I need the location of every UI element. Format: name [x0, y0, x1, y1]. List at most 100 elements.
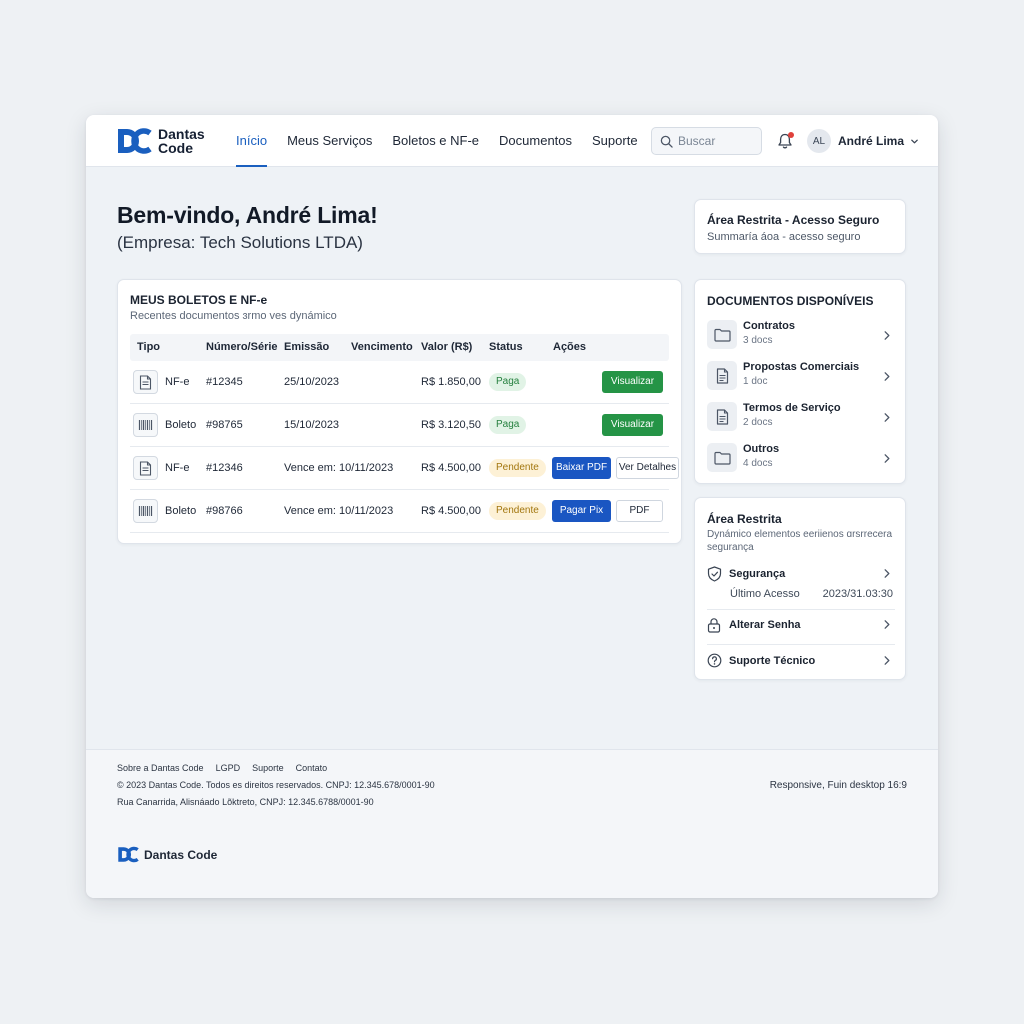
app-window: Dantas Code Início Meus Serviços Boletos… [86, 115, 938, 898]
page-footer: Sobre a Dantas Code LGPD Suporte Contato… [86, 749, 938, 898]
avatar: AL [807, 129, 831, 153]
row-tipo: NF-e [165, 376, 190, 388]
table-row: Boleto #98766 Vence em: 10/11/2023 R$ 4.… [130, 490, 669, 533]
seguranca-label: Segurança [729, 568, 786, 580]
col-emissao: Emissão [284, 341, 330, 353]
search-box [651, 127, 762, 155]
chevron-right-icon [884, 454, 890, 463]
top-header: Dantas Code Início Meus Serviços Boletos… [86, 115, 938, 167]
chevron-right-icon [884, 413, 890, 422]
folder-icon [707, 443, 737, 472]
document-icon [707, 402, 737, 431]
user-menu[interactable]: AL André Lima [807, 129, 919, 153]
nav-suporte[interactable]: Suporte [592, 115, 638, 167]
footer-copyright: © 2023 Dantas Code. Todos es direitos re… [117, 780, 435, 790]
suporte-tecnico-label: Suporte Técnico [729, 655, 816, 667]
lock-icon [707, 618, 721, 633]
invoice-icon [133, 456, 158, 480]
brand-name-line1: Dantas [158, 126, 205, 142]
dc-logo-icon [118, 846, 139, 863]
chevron-right-icon [884, 620, 890, 629]
status-badge: Paga [489, 416, 527, 434]
visualizar-button[interactable]: Visualizar [602, 414, 663, 436]
doc-item-propostas[interactable]: Propostas Comerciais 1 doc [707, 359, 895, 395]
barcode-icon [133, 413, 158, 437]
last-access-value: 2023/31.03:30 [822, 588, 893, 600]
col-acoes: Ações [553, 341, 587, 353]
restricted-area-card[interactable]: Área Restrita - Acesso Seguro Summaría á… [694, 199, 906, 254]
nav-meus-servicos[interactable]: Meus Serviços [287, 115, 372, 167]
row-numero: #98766 [206, 505, 243, 517]
boletos-title: MEUS BOLETOS E NF-e [130, 293, 268, 307]
col-tipo: Tipo [137, 341, 161, 353]
nav-documentos[interactable]: Documentos [499, 115, 572, 167]
alterar-senha-label: Alterar Senha [729, 619, 801, 631]
pdf-button[interactable]: PDF [616, 500, 663, 522]
chevron-right-icon [884, 569, 890, 578]
doc-item-count: 1 doc [743, 376, 768, 387]
last-access-label: Último Acesso [730, 588, 800, 600]
seguranca-item[interactable]: Segurança [707, 559, 895, 589]
col-valor: Valor (R$) [421, 341, 473, 353]
row-tipo: Boleto [165, 505, 197, 517]
doc-item-count: 2 docs [743, 417, 773, 428]
doc-item-count: 4 docs [743, 458, 773, 469]
footer-link-suporte[interactable]: Suporte [252, 763, 284, 773]
doc-item-outros[interactable]: Outros 4 docs [707, 441, 895, 477]
doc-item-name: Contratos [743, 320, 795, 332]
nav-inicio[interactable]: Início [236, 115, 268, 167]
invoice-icon [133, 370, 158, 394]
pagar-pix-button[interactable]: Pagar Pix [552, 500, 611, 522]
folder-icon [707, 320, 737, 349]
row-data: Vence em: 10/11/2023 [284, 505, 394, 517]
table-row: NF-e #12345 25/10/2023 R$ 1.850,00 Paga … [130, 361, 669, 404]
chevron-down-icon [911, 139, 918, 143]
brand-logo[interactable]: Dantas Code [116, 127, 205, 155]
main-nav: Início Meus Serviços Boletos e NF-e Docu… [236, 115, 658, 167]
chevron-right-icon [884, 331, 890, 340]
nav-boletos-nfe[interactable]: Boletos e NF-e [392, 115, 479, 167]
table-row: Boleto #98765 15/10/2023 R$ 3.120,50 Pag… [130, 404, 669, 447]
doc-item-contratos[interactable]: Contratos 3 docs [707, 318, 895, 354]
row-tipo: NF-e [165, 462, 190, 474]
footer-note: Responsive, Fuin desktop 16:9 [769, 780, 907, 791]
notifications-button[interactable] [776, 132, 794, 150]
row-numero: #12345 [206, 376, 243, 388]
table-header: Tipo Número/Série Emissão Vencimento Val… [130, 334, 669, 361]
footer-logo: Dantas Code [117, 846, 217, 863]
row-numero: #12346 [206, 462, 243, 474]
doc-item-name: Outros [743, 443, 780, 455]
footer-link-lgpd[interactable]: LGPD [216, 763, 241, 773]
doc-item-count: 3 docs [743, 335, 773, 346]
documents-title: DOCUMENTOS DISPONÍVEIS [707, 294, 874, 308]
security-card-title: Área Restrita [707, 512, 782, 526]
suporte-tecnico-item[interactable]: Suporte Técnico [707, 646, 895, 676]
row-valor: R$ 1.850,00 [421, 376, 481, 388]
doc-item-name: Propostas Comerciais [743, 361, 860, 373]
doc-item-termos[interactable]: Termos de Serviço 2 docs [707, 400, 895, 436]
search-input[interactable] [678, 134, 758, 148]
row-valor: R$ 4.500,00 [421, 505, 481, 517]
notification-dot [788, 132, 794, 138]
row-data: 25/10/2023 [284, 376, 340, 388]
boletos-card: MEUS BOLETOS E NF-e Recentes documentos … [117, 279, 682, 544]
ver-detalhes-button[interactable]: Ver Detalhes [616, 457, 679, 479]
footer-link-sobre[interactable]: Sobre a Dantas Code [117, 763, 204, 773]
restricted-area-title: Área Restrita - Acesso Seguro [707, 213, 880, 227]
row-valor: R$ 3.120,50 [421, 419, 481, 431]
search-icon [660, 135, 673, 148]
baixar-pdf-button[interactable]: Baixar PDF [552, 457, 611, 479]
footer-link-contato[interactable]: Contato [296, 763, 328, 773]
barcode-icon [133, 499, 158, 523]
boletos-subtitle: Recentes documentos ɜrmo ves dynámico [130, 310, 337, 322]
security-card: Área Restrita Dynámico elementos eeriien… [694, 497, 906, 680]
alterar-senha-item[interactable]: Alterar Senha [707, 610, 895, 640]
col-numero: Número/Série [206, 341, 278, 353]
row-valor: R$ 4.500,00 [421, 462, 481, 474]
documents-card: DOCUMENTOS DISPONÍVEIS Contratos 3 docs … [694, 279, 906, 484]
visualizar-button[interactable]: Visualizar [602, 371, 663, 393]
status-badge: Pendente [489, 459, 546, 477]
brand-name-line2: Code [158, 140, 193, 156]
table-row: NF-e #12346 Vence em: 10/11/2023 R$ 4.50… [130, 447, 679, 490]
help-circle-icon [707, 653, 722, 668]
